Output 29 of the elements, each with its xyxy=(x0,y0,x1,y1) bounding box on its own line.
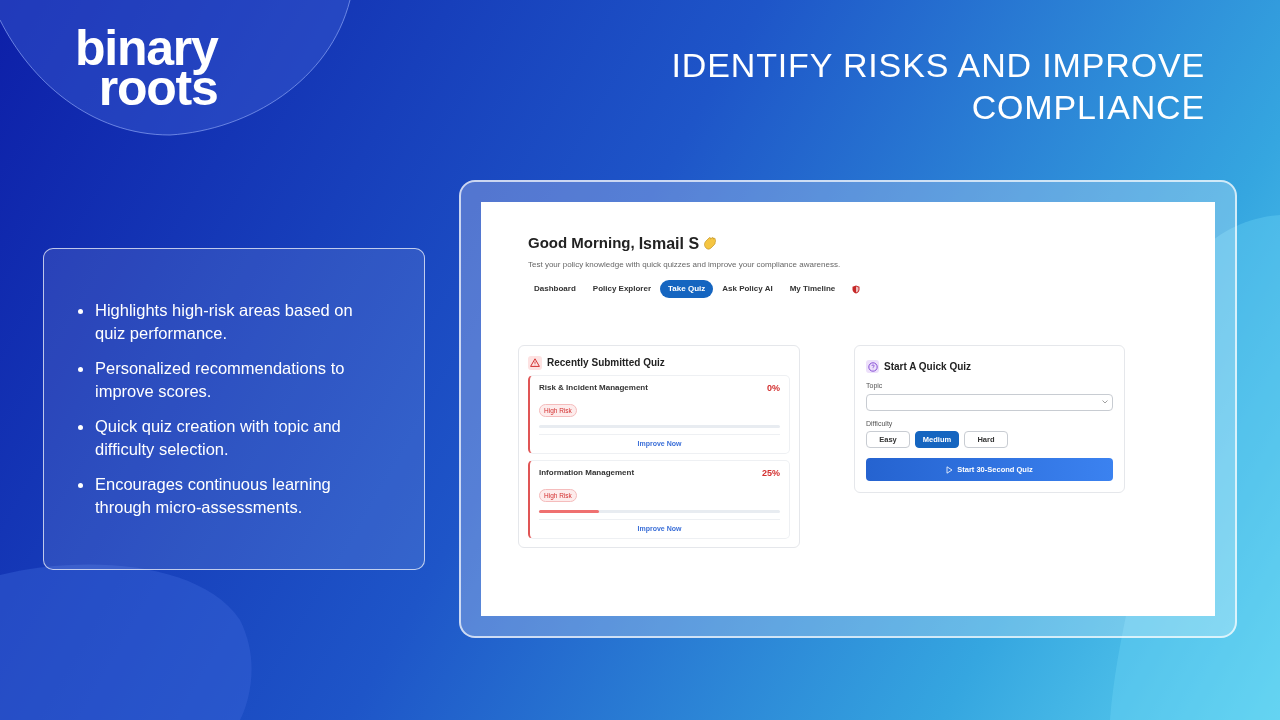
nav-tab[interactable]: Policy Explorer xyxy=(584,280,660,298)
help-icon xyxy=(866,360,879,373)
quiz-score: 25% xyxy=(762,467,780,480)
quiz-score: 0% xyxy=(767,382,780,395)
nav-tab[interactable]: My Timeline xyxy=(781,280,844,298)
nav-tab[interactable]: Dashboard xyxy=(526,280,584,298)
feature-text: Personalized recommendations to improve scores. xyxy=(95,358,346,402)
bullet-icon xyxy=(78,309,83,314)
play-icon xyxy=(946,465,954,474)
subtitle: Test your policy knowledge with quick quizzes and improve your compliance awareness. xyxy=(528,259,842,271)
shield-icon xyxy=(852,284,861,294)
chevron-down-icon xyxy=(1102,400,1108,404)
feature-text: Quick quiz creation with topic and difficulty selection. xyxy=(95,416,342,460)
card-title: Start A Quick Quiz xyxy=(884,360,972,374)
bullet-icon xyxy=(78,483,83,488)
headline: IDENTIFY RISKS AND IMPROVE COMPLIANCE xyxy=(671,45,1205,128)
nav-tab[interactable]: Ask Policy AI xyxy=(714,280,781,298)
bullet-icon xyxy=(78,367,83,372)
feature-text: Encourages continuous learning through micro-assessments. xyxy=(95,474,332,518)
nav-tab[interactable]: Take Quiz xyxy=(660,280,714,298)
quiz-name: Information Management xyxy=(539,467,635,479)
warning-icon xyxy=(528,355,542,370)
user-name: Ismail S xyxy=(638,234,700,254)
bullet-icon xyxy=(78,425,83,430)
card-title: Recently Submitted Quiz xyxy=(547,356,665,370)
feature-text: Highlights high-risk areas based on quiz performance. xyxy=(95,300,354,344)
quiz-name: Risk & Incident Management xyxy=(539,382,648,394)
logo: binary roots xyxy=(75,28,218,118)
greeting: Good Morning, xyxy=(528,232,635,253)
